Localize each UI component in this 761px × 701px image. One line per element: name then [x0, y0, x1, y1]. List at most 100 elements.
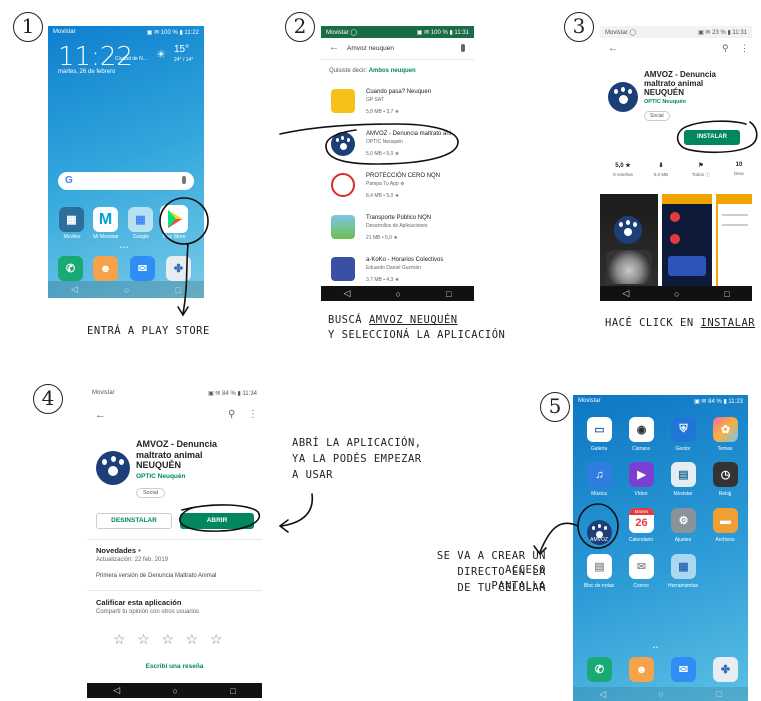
more-options-icon[interactable]: ⋮ — [740, 43, 749, 54]
back-nav-icon[interactable]: ◁ — [344, 288, 351, 299]
mi-movistar-app-icon[interactable]: M — [93, 207, 118, 232]
step3-caption-prefix: HACÉ CLICK EN — [605, 317, 701, 329]
back-nav-icon[interactable]: ◁ — [113, 685, 120, 696]
files-app-icon[interactable]: ▬ — [713, 508, 738, 533]
music-app-icon[interactable]: ♫ — [587, 462, 612, 487]
screenshot-2[interactable] — [662, 194, 712, 286]
app-title-line1: AMVOZ - Denuncia — [136, 439, 218, 449]
back-arrow-icon[interactable]: ← — [329, 42, 339, 53]
app-title-line3: NEUQUÉN — [644, 88, 685, 97]
back-arrow-icon[interactable]: ← — [608, 43, 618, 54]
carrier-label: Movistar — [578, 398, 601, 404]
amvoz-logo-image — [614, 216, 642, 244]
search-icon[interactable]: ⚲ — [722, 43, 729, 54]
app-title: AMVOZ - Denuncia maltrato animal NEUQUÉN — [136, 439, 217, 471]
app-title: AMVOZ - Denuncia maltrato animal NEUQUÉN — [644, 70, 716, 97]
step2-caption-line2: Y SELECCIONÁ LA APLICACIÓN — [328, 329, 506, 341]
news-title: Novedades • — [96, 546, 141, 555]
back-nav-icon[interactable]: ◁ — [71, 284, 78, 295]
did-you-mean[interactable]: Quisiste decir: Ambos neuquen — [329, 68, 416, 74]
home-nav-icon[interactable]: ○ — [124, 285, 129, 295]
gestor-app-icon[interactable]: ⛨ — [671, 417, 696, 442]
back-arrow-icon[interactable]: ← — [95, 409, 106, 421]
transporte-app-icon — [331, 215, 355, 239]
category-tag[interactable]: Social — [136, 488, 165, 498]
messages-app-icon[interactable]: ✉ — [671, 657, 696, 682]
wallpaper-app-icon[interactable]: ✤ — [713, 657, 738, 682]
gallery-app-icon[interactable]: ▭ — [587, 417, 612, 442]
dog-photo — [606, 250, 652, 284]
movistar-app-icon[interactable]: ▤ — [671, 462, 696, 487]
home-nav-icon[interactable]: ○ — [396, 289, 401, 299]
step-number-2: 2 — [285, 12, 315, 42]
stat-age: ⚑ Todos ⓘ — [686, 162, 716, 178]
back-nav-icon[interactable]: ◁ — [599, 689, 606, 700]
contacts-app-icon[interactable]: ☻ — [93, 256, 118, 281]
weather-range: 24° / 14° — [174, 57, 194, 63]
home-nav-icon[interactable]: ○ — [173, 686, 178, 696]
app-label-temas: Temas — [717, 446, 733, 452]
back-nav-icon[interactable]: ◁ — [622, 288, 629, 299]
app-label-video: Vídeo — [634, 491, 648, 497]
calendar-app-icon[interactable]: Martes 26 — [629, 508, 654, 533]
app-label-archivos: Archivos — [715, 537, 735, 543]
result-developer: Pampa Tu App ⊕ — [366, 181, 405, 187]
did-you-mean-link[interactable]: Ambos neuquen — [369, 68, 416, 74]
carrier-label: Movistar — [92, 390, 115, 396]
calendar-day: 26 — [635, 517, 648, 529]
result-item-transporte[interactable]: Transporte Público NQN Desarrollos de Ap… — [321, 210, 474, 250]
search-bar[interactable]: ← Amvoz neuquen — [321, 38, 474, 60]
screenshot-3[interactable] — [716, 194, 752, 286]
app-label-correo: Correo — [633, 583, 649, 589]
screenshot-dot-icon — [670, 234, 680, 244]
stat-age-label: Todos ⓘ — [692, 172, 710, 177]
app-title-line3: NEUQUÉN — [136, 460, 182, 470]
step4-caption-line1: ABRÍ LA APLICACIÓN, — [292, 437, 422, 449]
screenshot-header — [718, 194, 752, 204]
rating-stars[interactable]: ☆ ☆ ☆ ☆ ☆ — [113, 631, 222, 648]
mail-app-icon[interactable]: ✉ — [629, 554, 654, 579]
stat-downloads-label: Desc — [733, 171, 745, 176]
category-tag[interactable]: Social — [644, 111, 670, 121]
news-date: Actualización: 22 feb. 2019 — [96, 557, 169, 563]
result-title: Cuando pasa? Neuquen — [366, 89, 432, 95]
camera-app-icon[interactable]: ◉ — [629, 417, 654, 442]
result-developer: GP SAT — [366, 97, 384, 103]
more-options-icon[interactable]: ⋮ — [248, 409, 258, 420]
screenshot-1[interactable] — [600, 194, 658, 286]
recents-nav-icon[interactable]: □ — [446, 289, 451, 299]
recents-nav-icon[interactable]: □ — [716, 689, 721, 699]
video-app-icon[interactable]: ▶ — [629, 462, 654, 487]
phone-app-icon[interactable]: ✆ — [58, 256, 83, 281]
contacts-app-icon[interactable]: ☻ — [629, 657, 654, 682]
developer-link[interactable]: OPTIC Neuquén — [644, 99, 686, 105]
app-label-ajustes: Ajustes — [674, 537, 692, 543]
clock-app-icon[interactable]: ◷ — [713, 462, 738, 487]
uninstall-button[interactable]: DESINSTALAR — [96, 513, 172, 529]
step2-caption-underlined: AMVOZ NEUQUÉN — [368, 314, 458, 326]
android-nav-bar: ◁ ○ □ — [321, 286, 474, 301]
recents-nav-icon[interactable]: □ — [724, 289, 729, 299]
tools-folder-icon[interactable]: ▦ — [671, 554, 696, 579]
phone-app-icon[interactable]: ✆ — [587, 657, 612, 682]
recents-nav-icon[interactable]: □ — [230, 686, 235, 696]
search-icon[interactable]: ⚲ — [228, 409, 235, 420]
moviles-app-icon[interactable]: ▦ — [59, 207, 84, 232]
stat-downloads: 10 Desc — [726, 162, 752, 176]
write-review-link[interactable]: Escribí una reseña — [87, 663, 262, 670]
mic-icon[interactable] — [182, 176, 186, 184]
result-item-proteccion-cero[interactable]: PROTECCIÓN CERO NQN Pampa Tu App ⊕ 8,4 M… — [321, 168, 474, 208]
stat-rating: 5,0 ★ 8 reseñas — [608, 162, 638, 177]
result-developer: Desarrollos de Aplicaciones — [366, 223, 428, 229]
home-nav-icon[interactable]: ○ — [674, 289, 679, 299]
step3-caption-underlined: INSTALAR — [700, 317, 756, 329]
app-label-bloc-de-notas: Bloc de notas — [583, 583, 615, 589]
home-nav-icon[interactable]: ○ — [659, 689, 664, 699]
android-nav-bar: ◁ ○ □ — [87, 683, 262, 698]
developer-link[interactable]: OPTIC Neuquén — [136, 473, 185, 480]
settings-app-icon[interactable]: ⚙ — [671, 508, 696, 533]
mic-icon[interactable] — [461, 44, 465, 52]
search-query-input[interactable]: Amvoz neuquen — [347, 45, 394, 52]
status-icons: ▣ ✉ 84 % ▮ 11:23 — [694, 398, 743, 405]
themes-app-icon[interactable]: ✿ — [713, 417, 738, 442]
